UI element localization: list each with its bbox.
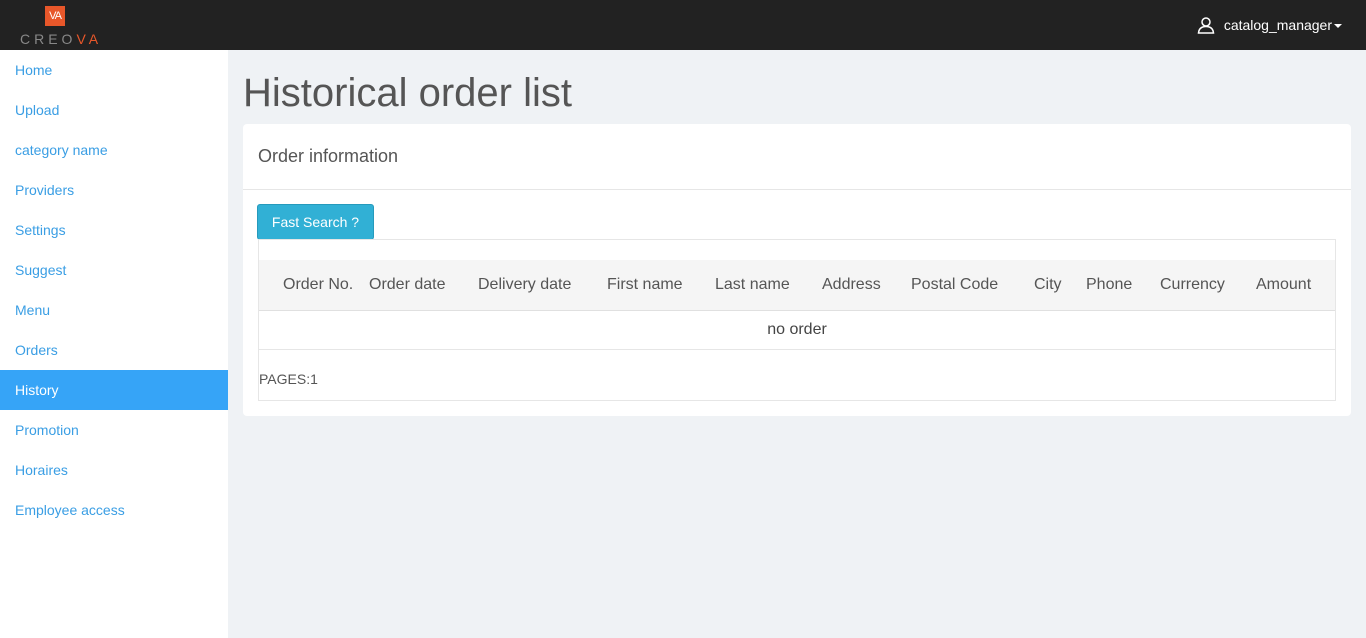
sidebar-item-promotion[interactable]: Promotion — [0, 410, 228, 450]
sidebar-item-horaires[interactable]: Horaires — [0, 450, 228, 490]
sidebar-item-providers[interactable]: Providers — [0, 170, 228, 210]
column-header-last-name[interactable]: Last name — [715, 260, 790, 310]
column-header-city[interactable]: City — [1034, 260, 1062, 310]
top-navbar: VA CREOVA catalog_manager — [0, 0, 1366, 50]
sidebar-item-settings[interactable]: Settings — [0, 210, 228, 250]
caret-down-icon — [1334, 23, 1342, 28]
column-header-first-name[interactable]: First name — [607, 260, 683, 310]
empty-table-message: no order — [259, 311, 1335, 350]
order-information-panel: Order information Fast Search ? Order No… — [243, 124, 1351, 416]
column-header-amount[interactable]: Amount — [1256, 260, 1311, 310]
user-icon — [1197, 17, 1215, 34]
page-title: Historical order list — [243, 71, 572, 115]
table-header: Order No. Order date Delivery date First… — [259, 260, 1335, 311]
user-name: catalog_manager — [1223, 17, 1332, 33]
sidebar-item-category-name[interactable]: category name — [0, 130, 228, 170]
user-menu-dropdown[interactable]: catalog_manager — [1197, 14, 1342, 36]
creova-logo[interactable]: VA CREOVA — [18, 4, 98, 46]
pagination-info: PAGES:1 — [259, 371, 318, 387]
column-header-address[interactable]: Address — [822, 260, 881, 310]
column-header-phone[interactable]: Phone — [1086, 260, 1132, 310]
orders-table: Order No. Order date Delivery date First… — [258, 239, 1336, 401]
column-header-order-date[interactable]: Order date — [369, 260, 445, 310]
logo-text: CREOVA — [20, 32, 102, 46]
sidebar-item-orders[interactable]: Orders — [0, 330, 228, 370]
panel-heading: Order information — [243, 124, 1351, 190]
column-header-order-no[interactable]: Order No. — [283, 260, 353, 310]
column-header-delivery-date[interactable]: Delivery date — [478, 260, 571, 310]
sidebar-item-upload[interactable]: Upload — [0, 90, 228, 130]
fast-search-button[interactable]: Fast Search ? — [257, 204, 374, 240]
sidebar-item-menu[interactable]: Menu — [0, 290, 228, 330]
column-header-currency[interactable]: Currency — [1160, 260, 1225, 310]
sidebar-item-employee-access[interactable]: Employee access — [0, 490, 228, 530]
column-header-postal-code[interactable]: Postal Code — [911, 260, 998, 310]
logo-text-main: CREO — [20, 31, 77, 47]
logo-text-accent: VA — [76, 31, 103, 47]
sidebar-item-home[interactable]: Home — [0, 50, 228, 90]
sidebar: Home Upload category name Providers Sett… — [0, 50, 228, 638]
sidebar-item-history[interactable]: History — [0, 370, 228, 410]
logo-mark: VA — [45, 6, 65, 26]
sidebar-item-suggest[interactable]: Suggest — [0, 250, 228, 290]
